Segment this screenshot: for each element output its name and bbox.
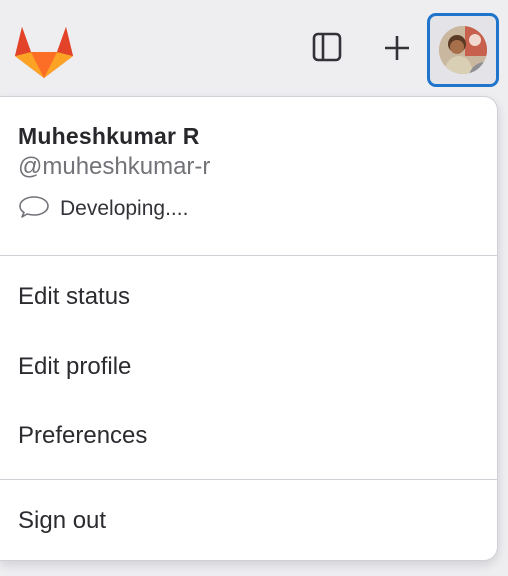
status-text: Developing.... — [60, 197, 189, 220]
menu-item-label: Edit profile — [18, 353, 132, 380]
edit-profile-menu-item[interactable]: Edit profile — [0, 337, 497, 397]
sidebar-panel-icon — [312, 32, 342, 67]
create-new-button[interactable] — [377, 30, 417, 70]
menu-divider — [0, 479, 497, 480]
plus-icon — [384, 35, 410, 66]
user-status: Developing.... — [18, 194, 478, 224]
preferences-menu-item[interactable]: Preferences — [0, 406, 497, 466]
sidebar-toggle-button[interactable] — [308, 30, 346, 68]
speech-bubble-icon — [18, 195, 60, 224]
user-avatar — [439, 26, 487, 74]
edit-status-menu-item[interactable]: Edit status — [0, 267, 497, 327]
user-handle: @muheshkumar-r — [18, 153, 211, 180]
sign-out-menu-item[interactable]: Sign out — [0, 491, 497, 551]
menu-divider — [0, 255, 497, 256]
user-info[interactable]: Muheshkumar R @muheshkumar-r Developing.… — [18, 121, 478, 224]
top-bar — [0, 0, 508, 96]
user-menu-dropdown: Muheshkumar R @muheshkumar-r Developing.… — [0, 96, 498, 561]
menu-item-label: Edit status — [18, 283, 131, 310]
user-menu-toggle-button[interactable] — [427, 13, 499, 87]
menu-item-label: Preferences — [18, 422, 148, 449]
gitlab-logo-icon[interactable] — [13, 22, 75, 80]
menu-item-label: Sign out — [18, 507, 107, 534]
user-name: Muheshkumar R — [18, 123, 200, 149]
